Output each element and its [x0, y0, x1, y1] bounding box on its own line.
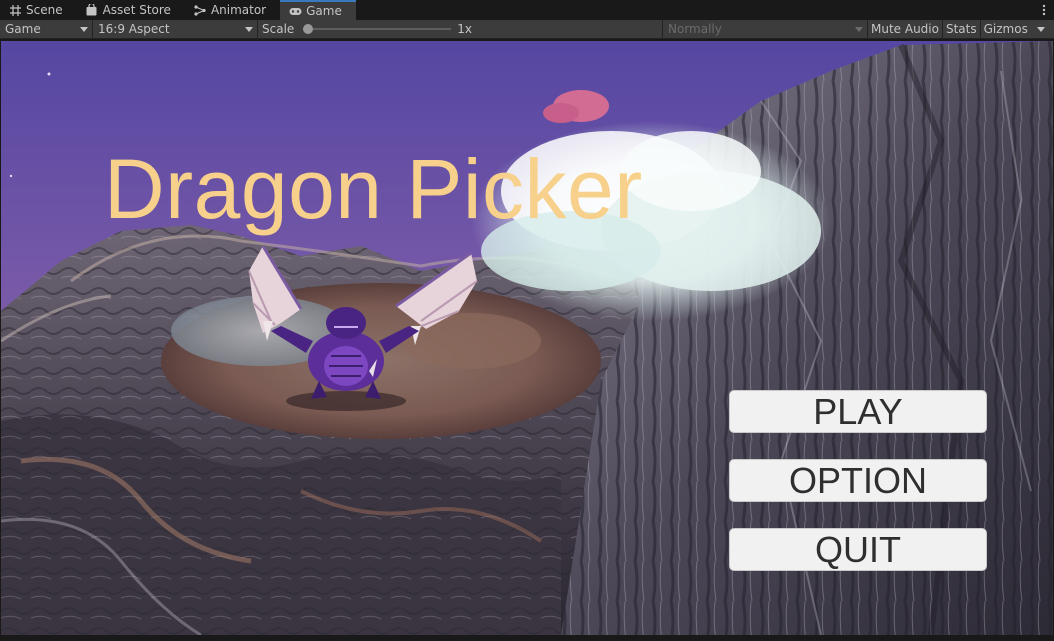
scale-slider-knob[interactable]: [303, 24, 314, 34]
mute-audio-button[interactable]: Mute Audio: [868, 19, 943, 39]
gizmos-dropdown[interactable]: Gizmos: [981, 20, 1049, 39]
tab-game[interactable]: Game: [280, 0, 356, 20]
vsync-value: Normally: [668, 22, 722, 36]
display-value: Game: [5, 22, 41, 36]
display-dropdown[interactable]: Game: [0, 19, 93, 39]
vsync-dropdown[interactable]: Normally: [663, 19, 868, 39]
tab-label: Game: [306, 4, 342, 18]
gizmos-label: Gizmos: [983, 22, 1028, 36]
tab-label: Asset Store: [102, 3, 171, 17]
chevron-down-icon: [80, 26, 88, 32]
animator-icon: [193, 3, 207, 17]
aspect-value: 16:9 Aspect: [98, 22, 170, 36]
tab-label: Animator: [210, 3, 267, 17]
chevron-down-icon: [1036, 26, 1045, 32]
quit-button[interactable]: QUIT: [729, 528, 987, 571]
game-view-toolbar: Game 16:9 Aspect Scale 1x Normally Mute …: [0, 19, 1054, 39]
tab-scene[interactable]: Scene: [0, 0, 77, 20]
editor-tab-bar: Scene Asset Store Animator Game: [0, 0, 1054, 20]
tab-animator[interactable]: Animator: [185, 0, 280, 20]
tab-label: Scene: [26, 3, 63, 17]
scale-control: Scale 1x: [258, 19, 663, 39]
tab-asset-store[interactable]: Asset Store: [77, 0, 185, 20]
bottom-status-strip: [0, 635, 1054, 641]
scale-value: 1x: [457, 22, 473, 36]
aspect-dropdown[interactable]: 16:9 Aspect: [93, 19, 258, 39]
gamepad-icon: [288, 4, 302, 18]
stats-button[interactable]: Stats: [943, 19, 981, 39]
option-button[interactable]: OPTION: [729, 459, 987, 502]
chevron-down-icon: [855, 26, 863, 32]
play-button[interactable]: PLAY: [729, 390, 987, 433]
game-viewport[interactable]: Dragon Picker PLAY OPTION QUIT: [1, 41, 1053, 635]
more-options-icon[interactable]: [1034, 0, 1054, 20]
chevron-down-icon: [245, 26, 253, 32]
game-title: Dragon Picker: [104, 142, 643, 236]
scale-label: Scale: [262, 22, 295, 36]
bag-icon: [85, 3, 99, 17]
grid-icon: [8, 3, 22, 17]
scale-slider[interactable]: [303, 24, 452, 34]
